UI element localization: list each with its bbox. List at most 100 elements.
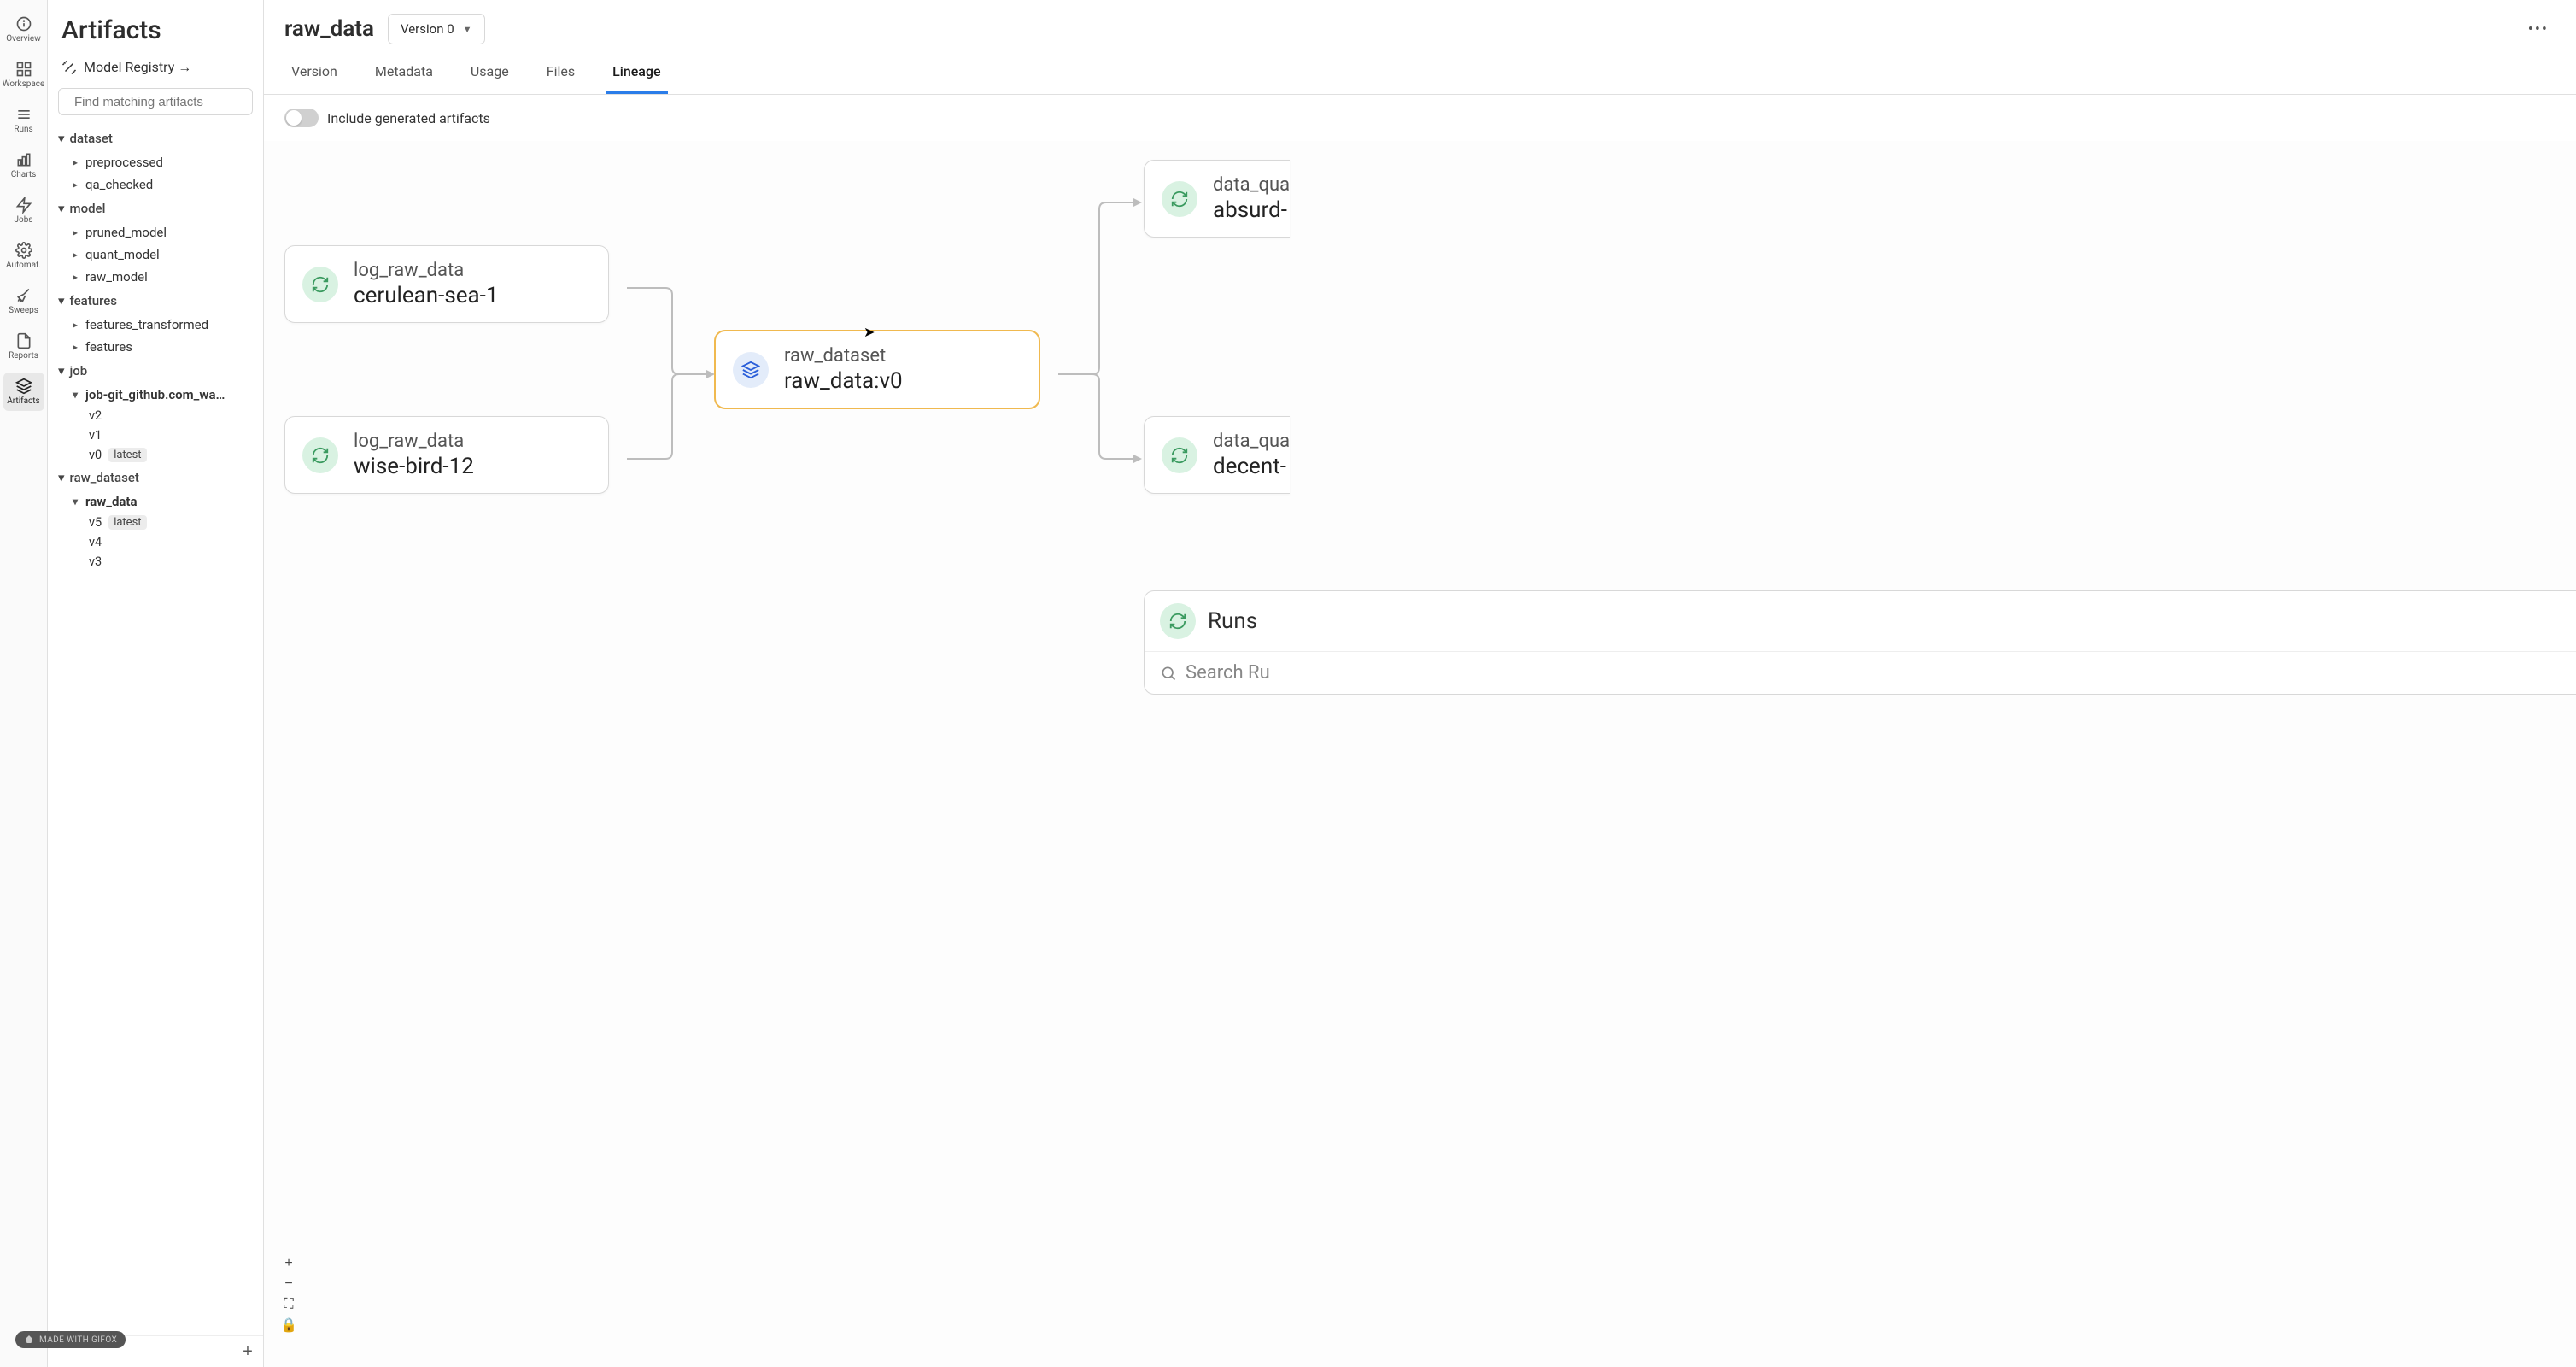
tab-files[interactable]: Files	[540, 51, 582, 94]
lineage-node-artifact-raw-data[interactable]: raw_dataset raw_data:v0	[715, 331, 1039, 408]
tree-version-raw-v5[interactable]: v5latest	[55, 513, 256, 532]
run-icon	[302, 437, 338, 473]
rail-label: Runs	[14, 125, 32, 134]
zoom-lock-button[interactable]: 🔒	[278, 1316, 300, 1335]
artifact-tree: ▾dataset ▸preprocessed ▸qa_checked ▾mode…	[48, 122, 263, 1335]
rail-label: Charts	[11, 170, 37, 179]
zoom-fit-button[interactable]: ⛶	[278, 1295, 300, 1314]
rail-charts[interactable]: Charts	[3, 146, 44, 185]
main-panel: raw_data Version 0 ▼ ••• Version Metadat…	[264, 0, 2576, 1367]
runs-search[interactable]: Search Ru	[1145, 651, 2576, 694]
nav-rail: Overview Workspace Runs Charts Jobs Auto…	[0, 0, 48, 1367]
tree-item-preprocessed[interactable]: ▸preprocessed	[55, 151, 256, 173]
rail-artifacts[interactable]: Artifacts	[3, 373, 44, 411]
tree-group-features[interactable]: ▾features	[55, 288, 256, 314]
node-type: data_qua	[1213, 174, 1290, 196]
sidebar-title: Artifacts	[48, 0, 263, 54]
runs-search-placeholder: Search Ru	[1186, 662, 1270, 684]
zoom-in-button[interactable]: +	[278, 1254, 300, 1273]
gear-icon	[15, 242, 32, 259]
grid-icon	[15, 61, 32, 78]
version-dropdown[interactable]: Version 0 ▼	[388, 14, 485, 44]
tree-group-job[interactable]: ▾job	[55, 358, 256, 384]
rail-overview[interactable]: Overview	[3, 10, 44, 49]
tree-item-job-github[interactable]: ▾job-git_github.com_wa…	[55, 384, 256, 406]
node-type: log_raw_data	[354, 431, 474, 452]
bolt-icon	[15, 197, 32, 214]
lineage-canvas[interactable]: log_raw_data cerulean-sea-1 log_raw_data…	[264, 141, 2576, 1367]
node-title: wise-bird-12	[354, 454, 474, 479]
rail-jobs[interactable]: Jobs	[3, 191, 44, 230]
tree-item-raw-data[interactable]: ▾raw_data	[55, 490, 256, 513]
rail-label: Workspace	[3, 79, 45, 89]
tab-version[interactable]: Version	[284, 51, 344, 94]
tree-item-pruned-model[interactable]: ▸pruned_model	[55, 221, 256, 243]
tree-group-model[interactable]: ▾model	[55, 196, 256, 221]
tab-lineage[interactable]: Lineage	[606, 51, 667, 94]
runs-panel[interactable]: Runs Search Ru	[1144, 590, 2576, 695]
lineage-edges	[264, 141, 2576, 1367]
chevron-down-icon: ▼	[463, 24, 472, 35]
tab-usage[interactable]: Usage	[464, 51, 516, 94]
rail-sweeps[interactable]: Sweeps	[3, 282, 44, 320]
run-icon	[1162, 181, 1197, 217]
tree-item-features-transformed[interactable]: ▸features_transformed	[55, 314, 256, 336]
search-icon	[1160, 665, 1177, 682]
wand-icon	[61, 60, 77, 75]
node-title: decent-	[1213, 454, 1290, 479]
node-type: raw_dataset	[784, 345, 903, 367]
lineage-node-run-cerulean[interactable]: log_raw_data cerulean-sea-1	[284, 245, 609, 323]
run-icon	[1160, 603, 1196, 639]
artifact-name: raw_data	[284, 16, 374, 42]
tree-version-job-v1[interactable]: v1	[55, 425, 256, 445]
rail-label: Sweeps	[9, 306, 38, 315]
lineage-node-run-decent[interactable]: data_qua decent-	[1144, 416, 1290, 494]
runs-title: Runs	[1208, 608, 1257, 634]
tree-version-job-v2[interactable]: v2	[55, 406, 256, 425]
rail-reports[interactable]: Reports	[3, 327, 44, 366]
tree-item-qa-checked[interactable]: ▸qa_checked	[55, 173, 256, 196]
list-icon	[15, 106, 32, 123]
node-title: absurd-	[1213, 197, 1290, 223]
tag-latest: latest	[108, 448, 146, 462]
tree-version-job-v0[interactable]: v0latest	[55, 445, 256, 465]
tree-group-dataset[interactable]: ▾dataset	[55, 126, 256, 151]
rail-workspace[interactable]: Workspace	[3, 56, 44, 94]
zoom-out-button[interactable]: −	[278, 1275, 300, 1294]
tree-group-raw-dataset[interactable]: ▾raw_dataset	[55, 465, 256, 490]
tree-version-raw-v3[interactable]: v3	[55, 552, 256, 572]
node-title: raw_data:v0	[784, 368, 903, 394]
node-title: cerulean-sea-1	[354, 283, 498, 308]
version-label: Version 0	[401, 21, 454, 37]
rail-label: Overview	[6, 34, 41, 44]
model-registry-label: Model Registry →	[84, 59, 191, 76]
model-registry-link[interactable]: Model Registry →	[48, 54, 263, 81]
bar-chart-icon	[15, 151, 32, 168]
include-generated-toggle[interactable]	[284, 109, 319, 127]
toggle-label: Include generated artifacts	[327, 110, 490, 126]
add-artifact-button[interactable]: +	[237, 1341, 258, 1362]
tree-item-quant-model[interactable]: ▸quant_model	[55, 243, 256, 266]
tab-metadata[interactable]: Metadata	[368, 51, 440, 94]
tabs: Version Metadata Usage Files Lineage	[264, 51, 2576, 95]
rail-runs[interactable]: Runs	[3, 101, 44, 139]
lineage-node-run-wise-bird[interactable]: log_raw_data wise-bird-12	[284, 416, 609, 494]
rail-automat[interactable]: Automat.	[3, 237, 44, 275]
rail-label: Jobs	[15, 215, 33, 225]
more-button[interactable]: •••	[2521, 17, 2556, 42]
tree-item-features[interactable]: ▸features	[55, 336, 256, 358]
lineage-node-run-absurd[interactable]: data_qua absurd-	[1144, 160, 1290, 238]
tree-version-raw-v4[interactable]: v4	[55, 532, 256, 552]
rail-label: Reports	[9, 351, 38, 361]
node-type: log_raw_data	[354, 260, 498, 281]
search-input[interactable]	[74, 95, 244, 109]
broom-icon	[15, 287, 32, 304]
node-type: data_qua	[1213, 431, 1290, 452]
tree-item-raw-model[interactable]: ▸raw_model	[55, 266, 256, 288]
search-box[interactable]	[58, 88, 253, 115]
rail-label: Automat.	[6, 261, 41, 270]
gifox-badge: MADE WITH GIFOX	[15, 1331, 126, 1348]
layers-icon	[15, 378, 32, 395]
info-icon	[15, 15, 32, 32]
rail-label: Artifacts	[7, 396, 39, 406]
